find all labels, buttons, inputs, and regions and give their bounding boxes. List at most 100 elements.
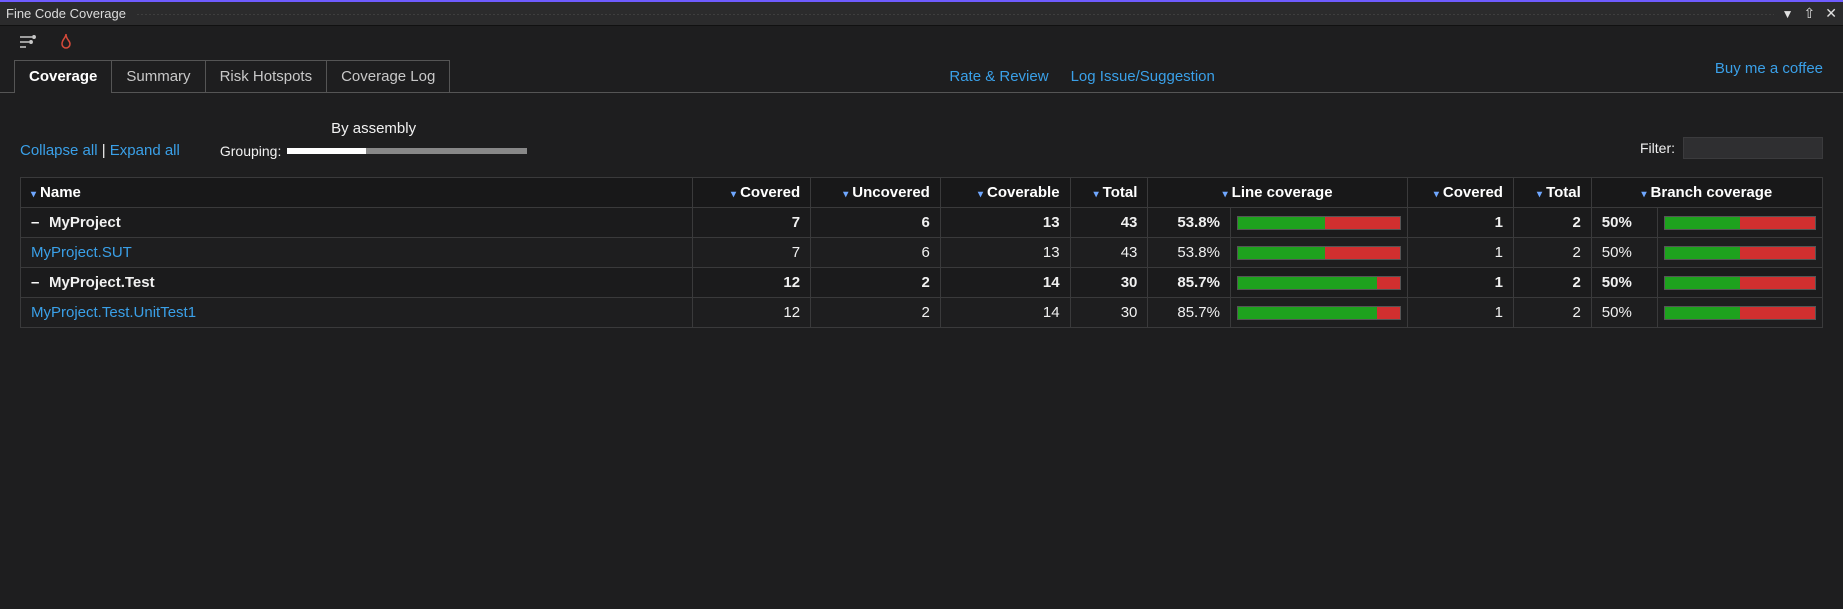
toggle-collapse-icon[interactable]: – (31, 214, 45, 231)
th-branch-coverage[interactable]: ▾Branch coverage (1591, 178, 1822, 208)
table-row: MyProject.SUT76134353.8%1250% (21, 238, 1823, 268)
coverage-table: ▾Name ▾Covered ▾Uncovered ▾Coverable ▾To… (20, 177, 1823, 328)
cell-line-bar (1230, 298, 1407, 328)
top-controls: Collapse all | Expand all By assembly Gr… (20, 111, 1823, 159)
cell-line-pct: 53.8% (1148, 208, 1231, 238)
link-buy-coffee[interactable]: Buy me a coffee (1715, 60, 1823, 92)
cell-line-bar (1230, 208, 1407, 238)
branch-coverage-bar (1664, 246, 1816, 260)
cell-name: MyProject.SUT (21, 238, 693, 268)
th-total[interactable]: ▾Total (1070, 178, 1148, 208)
leaf-link[interactable]: MyProject.Test.UnitTest1 (31, 304, 196, 321)
th-name[interactable]: ▾Name (21, 178, 693, 208)
line-coverage-bar (1237, 276, 1401, 290)
link-collapse-all[interactable]: Collapse all (20, 142, 98, 159)
th-covered[interactable]: ▾Covered (693, 178, 811, 208)
close-icon[interactable]: ✕ (1825, 5, 1837, 22)
table-row: –MyProject76134353.8%1250% (21, 208, 1823, 238)
cell-b-total: 2 (1513, 268, 1591, 298)
content-area: Collapse all | Expand all By assembly Gr… (0, 93, 1843, 609)
cell-line-bar (1230, 268, 1407, 298)
cell-uncovered: 6 (811, 208, 941, 238)
cell-branch-pct: 50% (1591, 298, 1657, 328)
cell-line-bar (1230, 238, 1407, 268)
cell-branch-pct: 50% (1591, 208, 1657, 238)
grouping-control: By assembly Grouping: (220, 120, 527, 159)
filter-lines-icon[interactable] (18, 32, 38, 55)
grouping-label: Grouping: (220, 143, 281, 159)
cell-coverable: 13 (940, 238, 1070, 268)
sort-caret-icon: ▾ (1223, 189, 1228, 200)
tab-risk-hotspots[interactable]: Risk Hotspots (205, 60, 328, 92)
cell-name: –MyProject.Test (21, 268, 693, 298)
cell-coverable: 14 (940, 298, 1070, 328)
sort-caret-icon: ▾ (843, 189, 848, 200)
link-expand-all[interactable]: Expand all (110, 142, 180, 159)
filter-label: Filter: (1640, 140, 1675, 156)
window-title: Fine Code Coverage (6, 6, 126, 21)
link-log-issue[interactable]: Log Issue/Suggestion (1071, 68, 1215, 85)
cell-covered: 7 (693, 208, 811, 238)
tab-summary[interactable]: Summary (111, 60, 205, 92)
th-branch-total[interactable]: ▾Total (1513, 178, 1591, 208)
table-row: –MyProject.Test122143085.7%1250% (21, 268, 1823, 298)
cell-name: MyProject.Test.UnitTest1 (21, 298, 693, 328)
tab-coverage-log[interactable]: Coverage Log (326, 60, 450, 92)
cell-branch-pct: 50% (1591, 238, 1657, 268)
cell-branch-bar (1657, 268, 1822, 298)
group-name: MyProject.Test (49, 274, 155, 291)
filter-input[interactable] (1683, 137, 1823, 159)
cell-branch-bar (1657, 238, 1822, 268)
branch-coverage-bar (1664, 276, 1816, 290)
cell-total: 43 (1070, 208, 1148, 238)
toolbar (0, 26, 1843, 60)
sort-caret-icon: ▾ (1094, 189, 1099, 200)
tab-label: Risk Hotspots (220, 68, 313, 85)
cell-total: 43 (1070, 238, 1148, 268)
cell-b-covered: 1 (1407, 298, 1513, 328)
leaf-link[interactable]: MyProject.SUT (31, 244, 132, 261)
branch-coverage-bar (1664, 306, 1816, 320)
tab-label: Coverage (29, 68, 97, 85)
th-coverable[interactable]: ▾Coverable (940, 178, 1070, 208)
tab-coverage[interactable]: Coverage (14, 60, 112, 92)
cell-b-covered: 1 (1407, 208, 1513, 238)
link-rate-review[interactable]: Rate & Review (949, 68, 1048, 85)
cell-coverable: 14 (940, 268, 1070, 298)
th-line-coverage[interactable]: ▾Line coverage (1148, 178, 1407, 208)
toggle-collapse-icon[interactable]: – (31, 274, 45, 291)
line-coverage-bar (1237, 306, 1401, 320)
fire-icon[interactable] (56, 32, 76, 55)
cell-line-pct: 53.8% (1148, 238, 1231, 268)
cell-line-pct: 85.7% (1148, 268, 1231, 298)
sort-caret-icon: ▾ (1434, 189, 1439, 200)
cell-branch-pct: 50% (1591, 268, 1657, 298)
sort-caret-icon: ▾ (1642, 189, 1647, 200)
titlebar-grip[interactable] (136, 13, 1774, 15)
cell-uncovered: 6 (811, 238, 941, 268)
sort-caret-icon: ▾ (731, 189, 736, 200)
cell-line-pct: 85.7% (1148, 298, 1231, 328)
cell-branch-bar (1657, 208, 1822, 238)
grouping-top-label: By assembly (331, 120, 416, 137)
line-coverage-bar (1237, 246, 1401, 260)
filter-control: Filter: (1640, 111, 1823, 159)
cell-covered: 7 (693, 238, 811, 268)
cell-uncovered: 2 (811, 298, 941, 328)
th-uncovered[interactable]: ▾Uncovered (811, 178, 941, 208)
tab-label: Coverage Log (341, 68, 435, 85)
branch-coverage-bar (1664, 216, 1816, 230)
separator: | (102, 142, 110, 159)
table-row: MyProject.Test.UnitTest1122143085.7%1250… (21, 298, 1823, 328)
th-branch-covered[interactable]: ▾Covered (1407, 178, 1513, 208)
dropdown-icon[interactable]: ▼ (1782, 7, 1794, 21)
tabbar: Coverage Summary Risk Hotspots Coverage … (0, 60, 1843, 93)
grouping-slider[interactable] (287, 148, 527, 154)
cell-b-total: 2 (1513, 208, 1591, 238)
sort-caret-icon: ▾ (978, 189, 983, 200)
cell-b-total: 2 (1513, 238, 1591, 268)
sort-caret-icon: ▾ (1537, 189, 1542, 200)
cell-b-covered: 1 (1407, 268, 1513, 298)
titlebar: Fine Code Coverage ▼ ⇧ ✕ (0, 2, 1843, 26)
pin-icon[interactable]: ⇧ (1804, 5, 1816, 22)
